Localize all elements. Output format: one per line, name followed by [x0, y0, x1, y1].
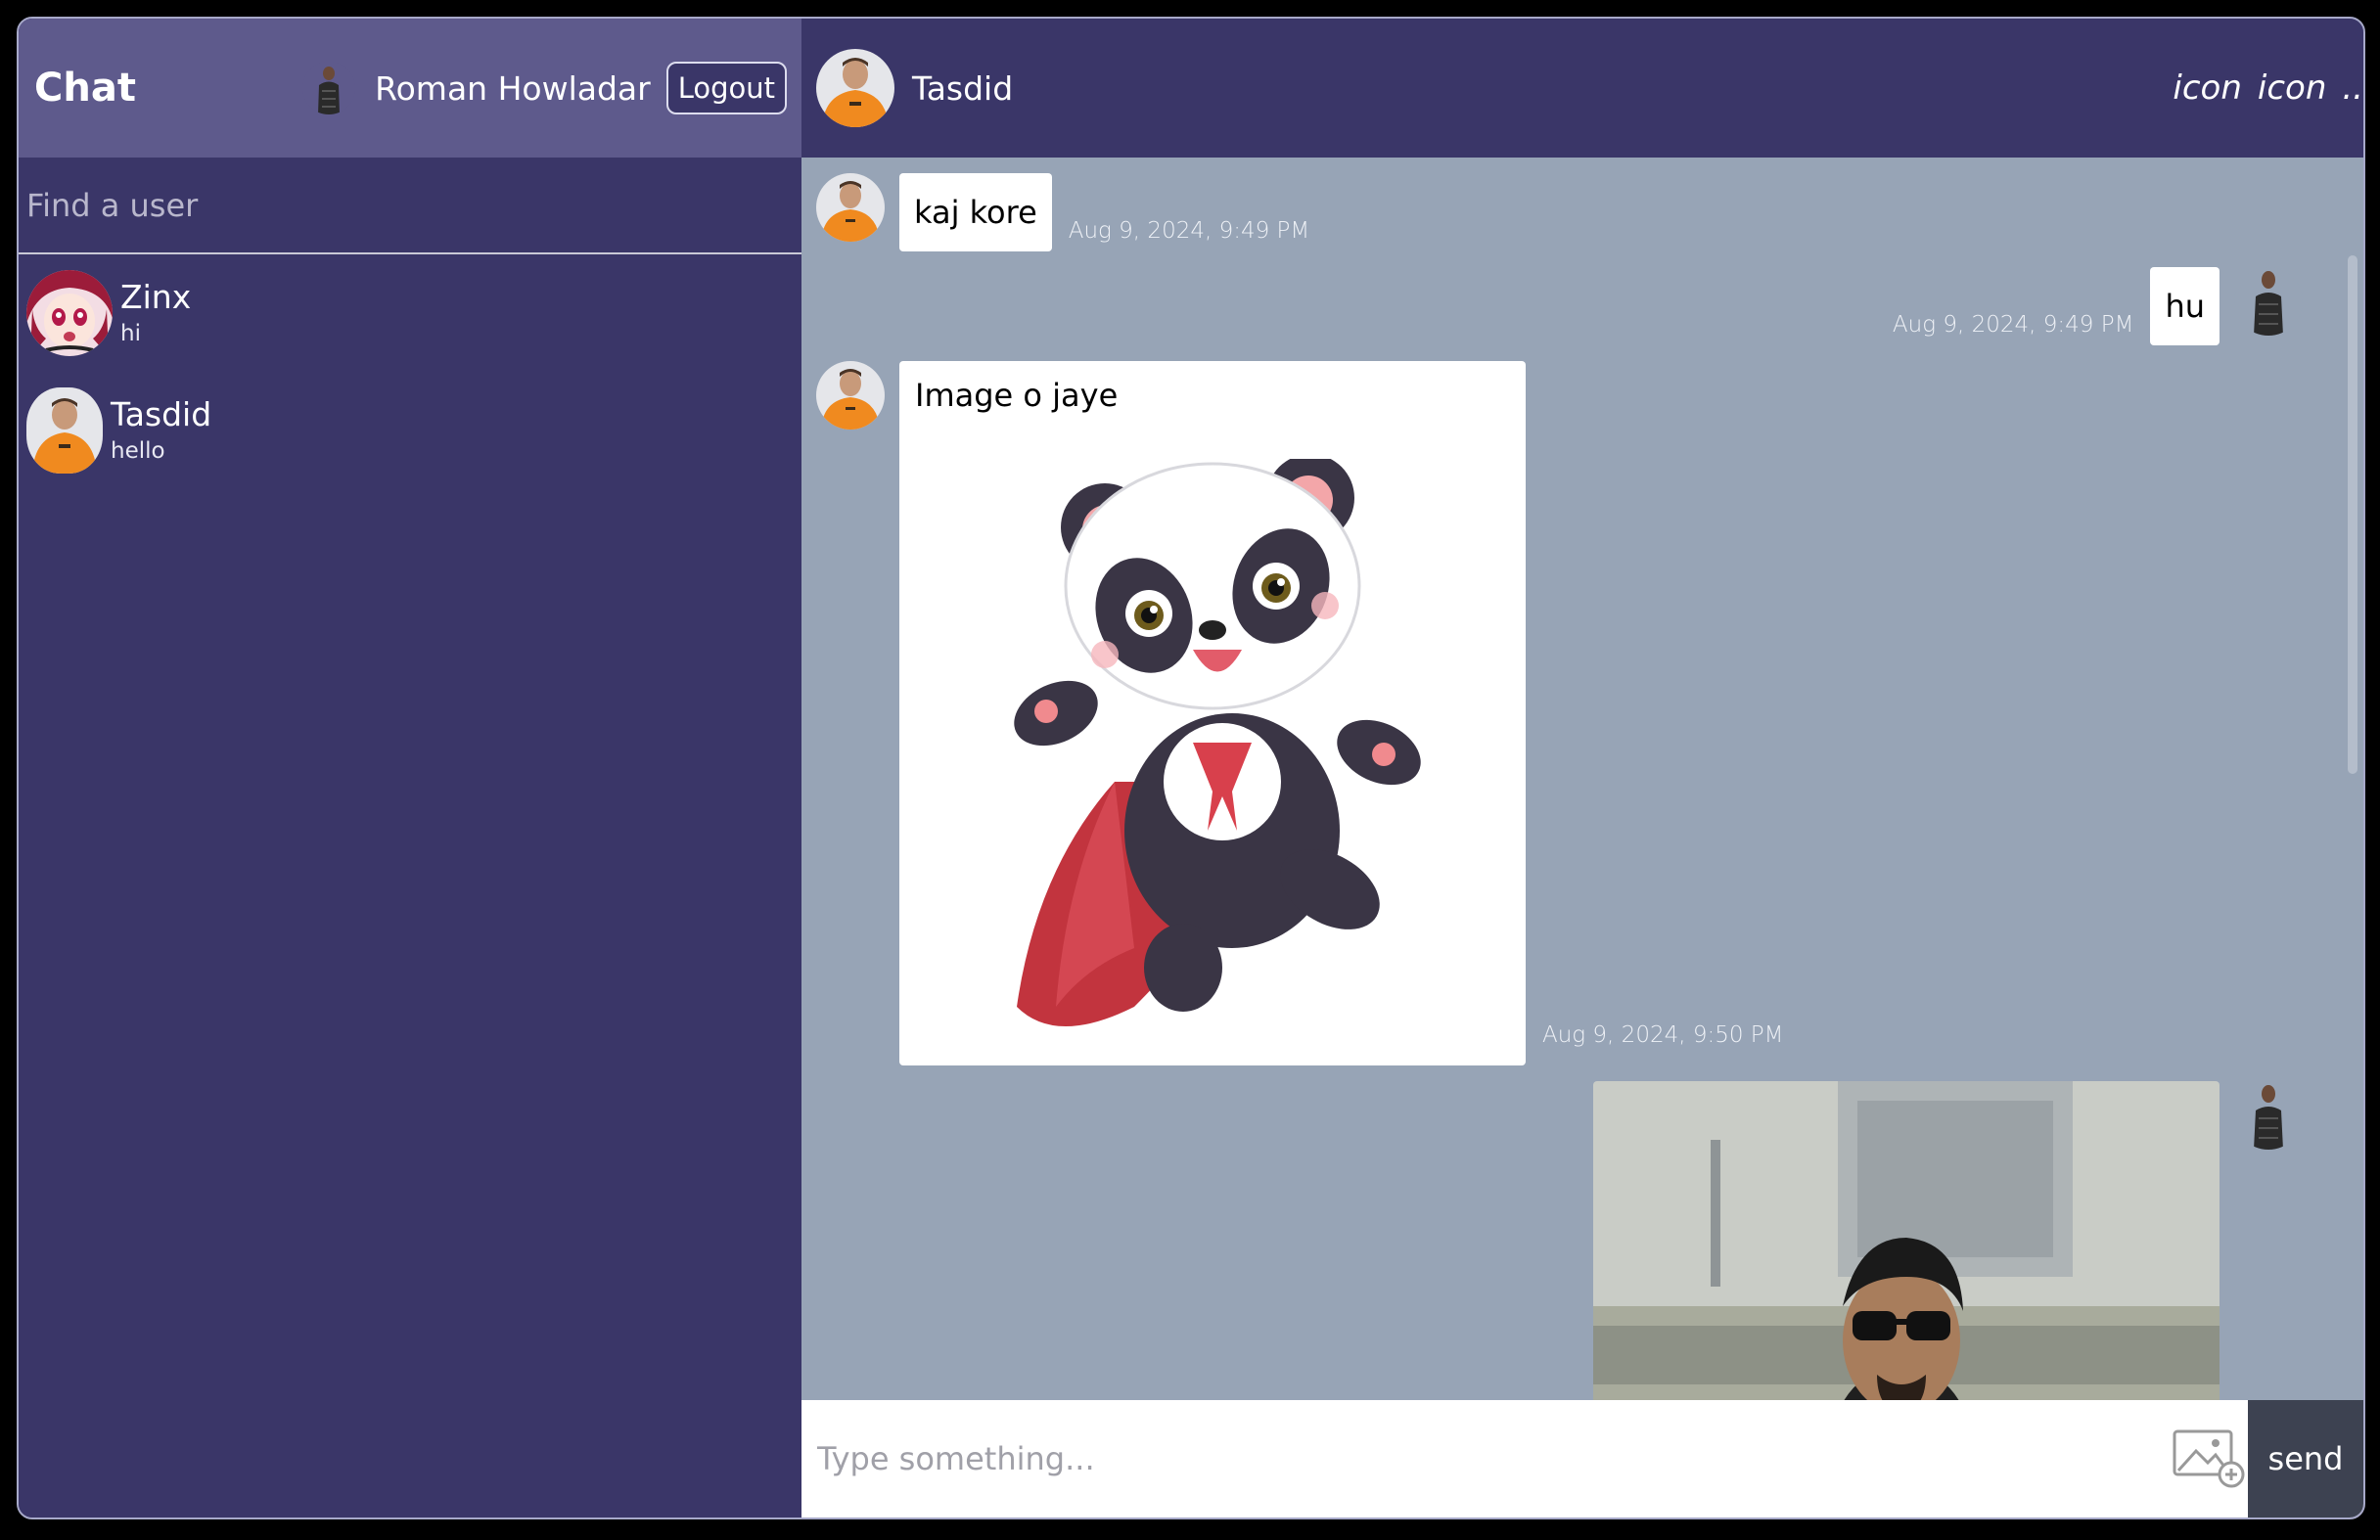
- user-name: Zinx: [120, 278, 192, 316]
- user-last-message: hi: [120, 321, 141, 346]
- message-text: kaj kore: [914, 194, 1037, 231]
- message-list: kaj kore Aug 9, 2024, 9:49 PM hu Aug 9, …: [801, 158, 2363, 1400]
- message-time: Aug 9, 2024, 9:50 PM: [1542, 1022, 1784, 1048]
- user-avatar: [26, 387, 103, 474]
- app-logo: Chat: [34, 66, 136, 111]
- add-image-icon: [2173, 1429, 2245, 1488]
- message-received: kaj kore Aug 9, 2024, 9:49 PM: [816, 173, 1309, 251]
- message-photo: [1593, 1081, 2220, 1400]
- more-icon[interactable]: ..: [2342, 68, 2363, 108]
- message-bubble: Image o jaye: [899, 361, 1526, 1065]
- message-bubble: kaj kore: [899, 173, 1052, 251]
- current-user-avatar: [302, 62, 356, 114]
- search-input[interactable]: [26, 186, 794, 224]
- message-input-bar: send: [801, 1400, 2363, 1517]
- sidebar: Chat Roman Howladar Logout Find a user Z…: [19, 19, 801, 1517]
- current-user-name: Roman Howladar: [375, 68, 651, 108]
- user-name: Tasdid: [111, 395, 212, 433]
- send-button[interactable]: send: [2248, 1400, 2363, 1517]
- sender-avatar: [816, 173, 885, 242]
- current-user: Roman Howladar Logout: [302, 19, 787, 158]
- user-avatar: [26, 270, 113, 356]
- chat-app: Chat Roman Howladar Logout Find a user Z…: [17, 17, 2365, 1519]
- message-sent: hu Aug 9, 2024, 9:49 PM: [1893, 267, 2303, 345]
- message-text: Image o jaye: [915, 377, 1119, 414]
- sender-avatar: [816, 361, 885, 430]
- sender-avatar: [2234, 267, 2303, 336]
- panda-image: [1014, 459, 1421, 1026]
- message-received: Image o jaye Aug 9, 2024, 9:50 PM: [816, 361, 1784, 1065]
- user-search: [19, 158, 801, 254]
- add-user-icon[interactable]: icon: [2258, 68, 2327, 108]
- chat-header: Tasdid icon icon ..: [801, 19, 2363, 158]
- message-input[interactable]: [801, 1400, 2170, 1517]
- user-last-message: hello: [111, 438, 165, 464]
- logout-button[interactable]: Logout: [665, 62, 787, 114]
- chat-actions: icon icon ..: [2157, 19, 2363, 158]
- message-time: Aug 9, 2024, 9:49 PM: [1892, 312, 2134, 338]
- user-chat-tasdid[interactable]: Tasdid hello: [19, 372, 801, 489]
- user-info: Tasdid hello: [111, 394, 211, 467]
- attach-image-button[interactable]: [2170, 1400, 2248, 1517]
- camera-icon[interactable]: icon: [2173, 68, 2242, 108]
- message-time: Aug 9, 2024, 9:49 PM: [1068, 218, 1310, 244]
- user-info: Zinx hi: [120, 277, 191, 349]
- chat-partner-avatar: [816, 49, 894, 127]
- user-list: Zinx hi Tasdid hello: [19, 254, 801, 1517]
- message-sent: [1593, 1081, 2303, 1400]
- chat-panel: Tasdid icon icon .. kaj kore Aug 9, 2024…: [801, 19, 2363, 1517]
- navbar: Chat Roman Howladar Logout: [19, 19, 801, 158]
- message-scrollbar[interactable]: [2348, 255, 2357, 774]
- user-chat-zinx[interactable]: Zinx hi: [19, 254, 801, 372]
- chat-partner-name: Tasdid: [912, 68, 1014, 108]
- sender-avatar: [2234, 1081, 2303, 1150]
- message-text: hu: [2165, 288, 2205, 325]
- message-bubble: hu: [2150, 267, 2220, 345]
